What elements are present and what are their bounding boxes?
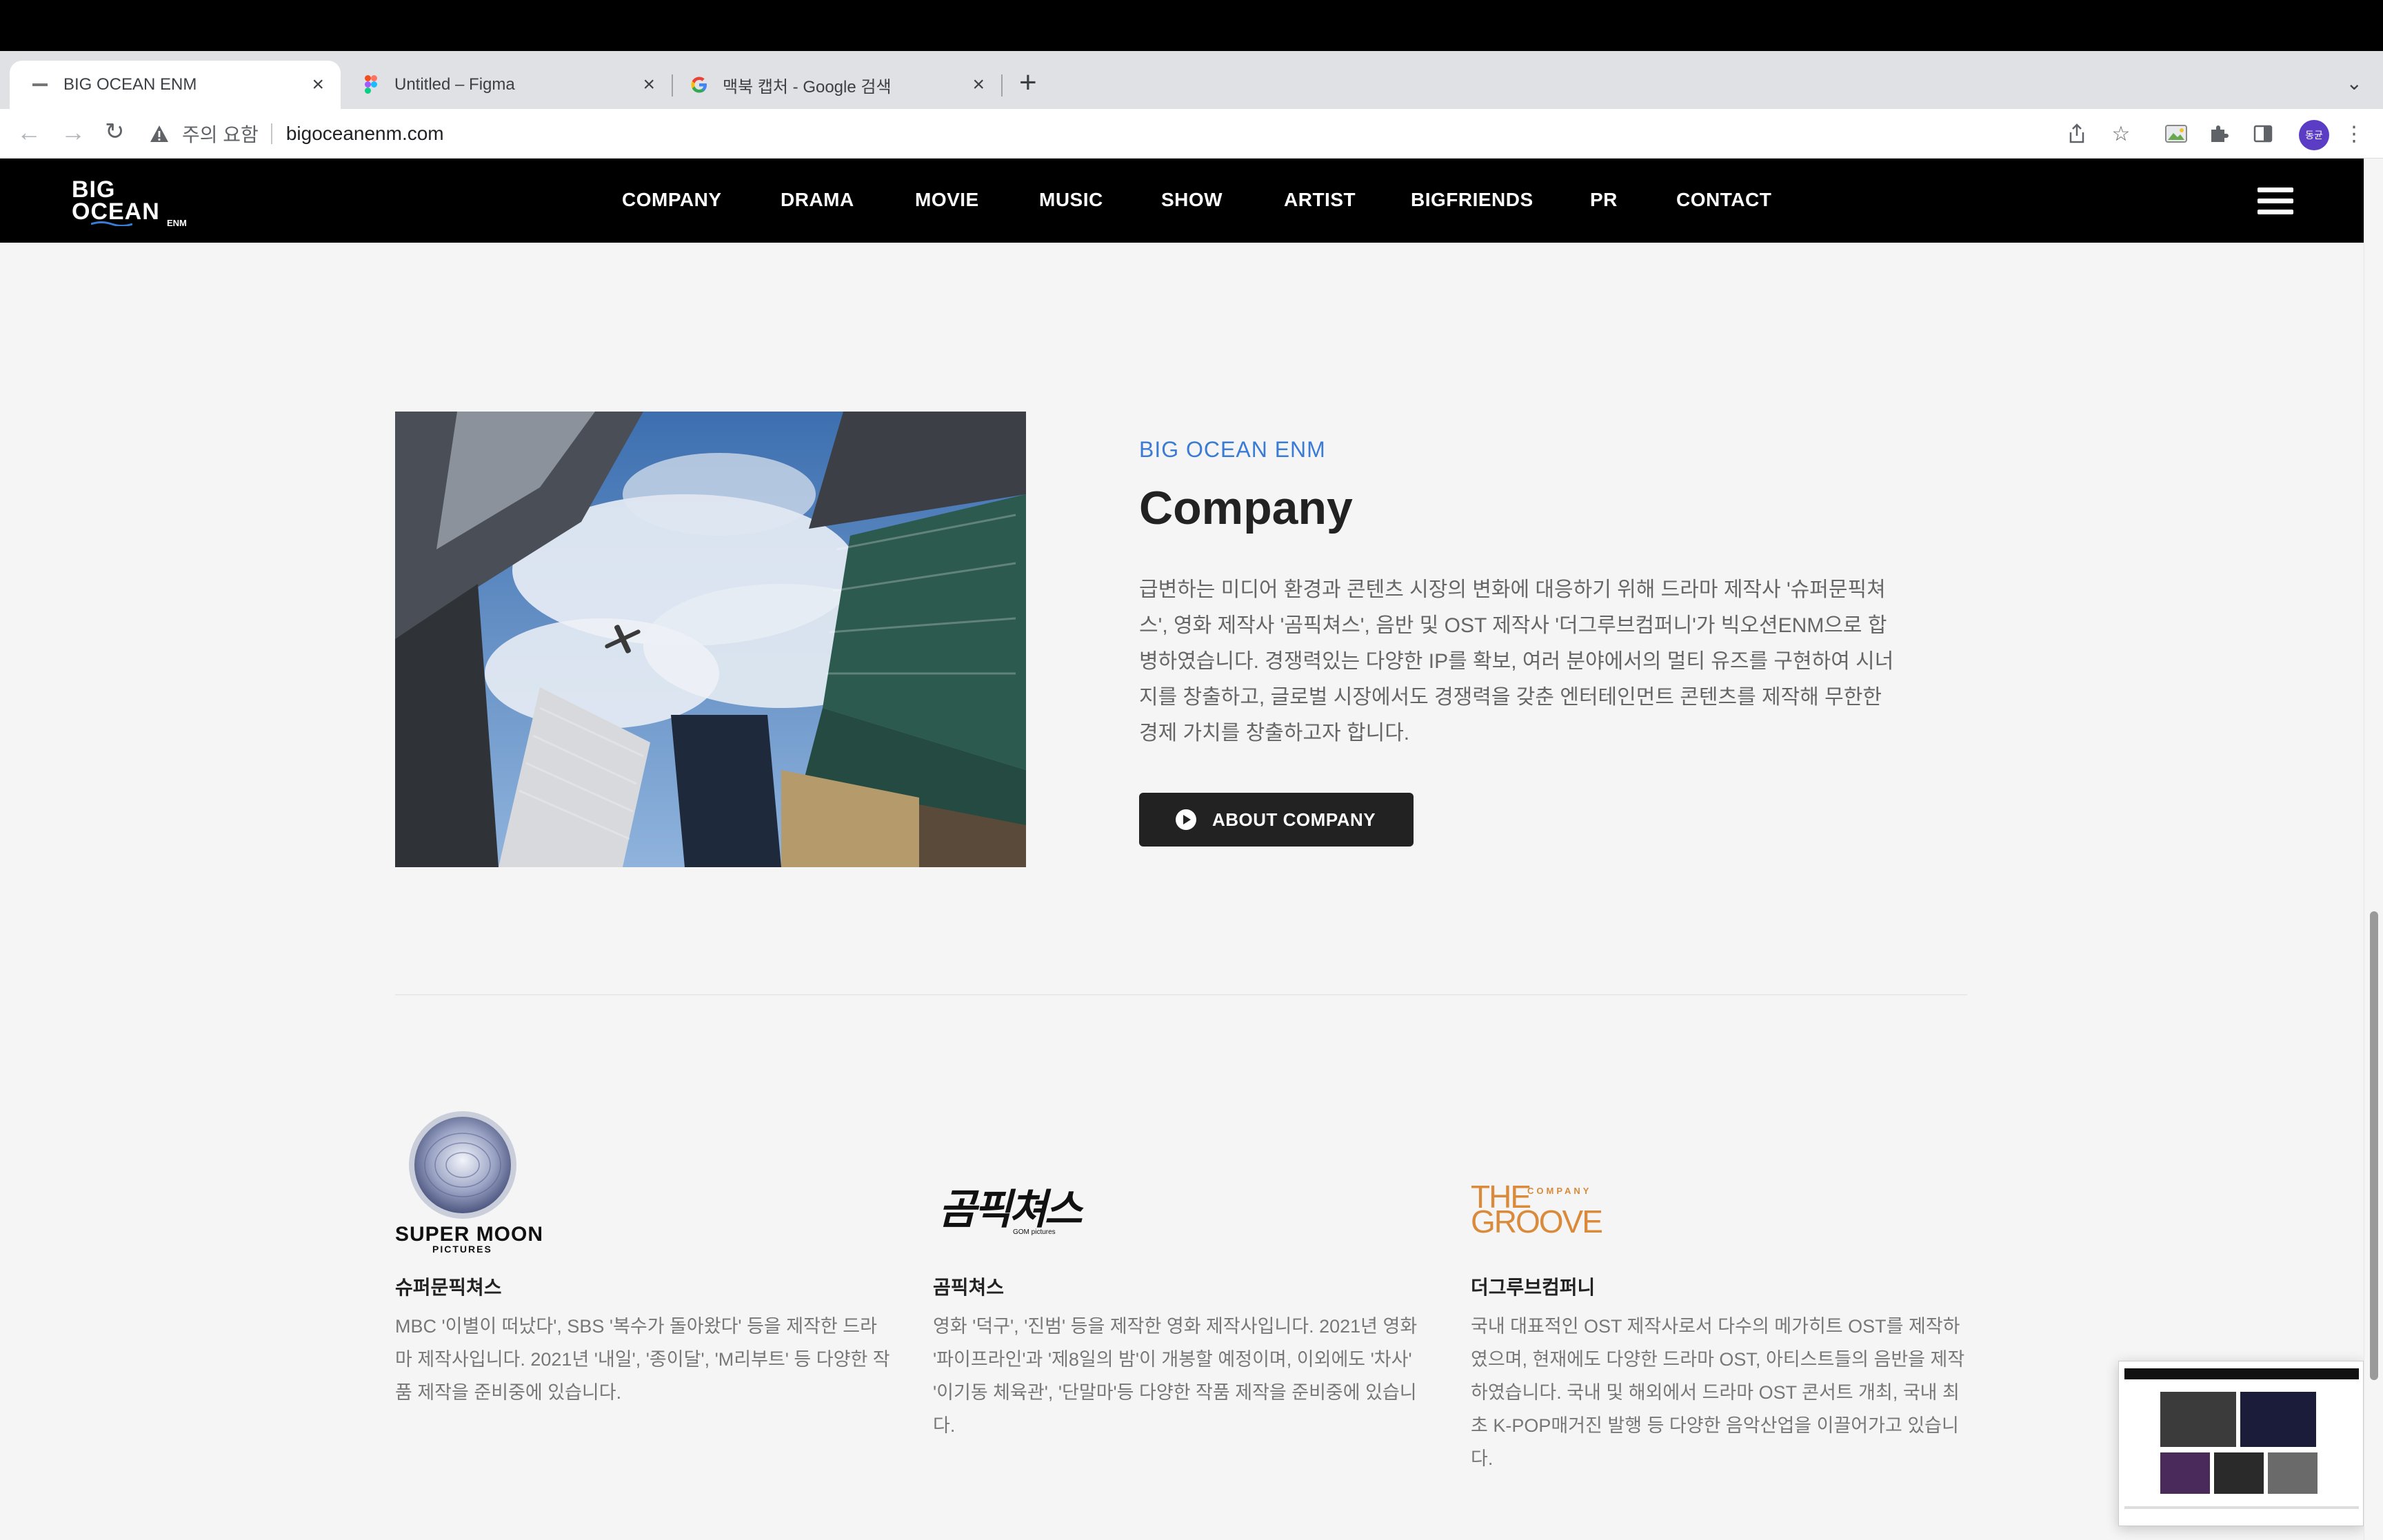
scrollbar-thumb[interactable] [2370, 911, 2378, 1380]
nav-bigfriends[interactable]: BIGFRIENDS [1411, 189, 1534, 211]
browser-menu-kebab-icon[interactable]: ⋮ [2342, 121, 2366, 146]
close-tab-icon[interactable]: × [643, 74, 655, 95]
subsidiary-card-supermoon: SUPER MOON PICTURES 슈퍼문픽쳐스 MBC '이별이 떠났다'… [395, 1110, 892, 1403]
company-description: 급변하는 미디어 환경과 콘텐츠 시장의 변화에 대응하기 위해 드라마 제작사… [1139, 578, 1894, 744]
new-tab-plus-icon[interactable]: + [1019, 68, 1037, 98]
reload-icon[interactable]: ↻ [105, 120, 125, 143]
gom-pictures-logo: 곰픽쳐스 GOM pictures [933, 1110, 1429, 1255]
tab-title: BIG OCEAN ENM [63, 75, 197, 94]
close-tab-icon[interactable]: × [312, 74, 324, 95]
image-extension-icon[interactable] [2164, 121, 2189, 146]
subsidiary-name: 더그루브컴퍼니 [1471, 1277, 1596, 1298]
gom-logo-calligraphy: 곰픽쳐스 [938, 1186, 1083, 1234]
main-navigation: COMPANY DRAMA MOVIE MUSIC SHOW ARTIST BI… [0, 159, 2364, 243]
tab-title: 맥북 캡처 - Google 검색 [723, 77, 892, 97]
tab-title: Untitled – Figma [394, 75, 515, 94]
site-header: BIG OCEAN ENM COMPANY DRAMA MOVIE MUSIC … [0, 159, 2364, 243]
subsidiary-name: 곰픽쳐스 [933, 1277, 1005, 1298]
subsidiary-description: 국내 대표적인 OST 제작사로서 다수의 메가히트 OST를 제작하였으며, … [1471, 1316, 1965, 1469]
address-bar[interactable]: 주의 요함 bigoceanenm.com [149, 114, 2121, 153]
about-company-button[interactable]: ABOUT COMPANY [1139, 793, 1414, 847]
browser-toolbar: ← → ↻ 주의 요함 bigoceanenm.com ☆ 동균 ⋮ [0, 109, 2383, 159]
tab-big-ocean-enm[interactable]: BIG OCEAN ENM × [10, 61, 341, 109]
supermoon-logo-text: SUPER MOON [395, 1223, 544, 1246]
warning-triangle-icon [150, 125, 168, 142]
nav-music[interactable]: MUSIC [1039, 189, 1103, 211]
profile-avatar[interactable]: 동균 [2299, 120, 2329, 150]
figma-favicon-icon [361, 75, 381, 94]
the-groove-logo: THE GROOVE COMPANY [1471, 1110, 1967, 1255]
macos-top-bar [0, 0, 2383, 51]
nav-contact[interactable]: CONTACT [1676, 189, 1771, 211]
page-viewport: BIG OCEAN ENM COMPANY DRAMA MOVIE MUSIC … [0, 159, 2364, 1540]
tab-separator [672, 74, 673, 97]
forward-arrow-icon[interactable]: → [61, 120, 86, 145]
supermoon-logo: SUPER MOON PICTURES [395, 1110, 892, 1255]
company-title: Company [1139, 482, 1353, 534]
big-ocean-favicon-icon [30, 75, 50, 94]
tab-search-chevron-icon[interactable]: ⌄ [2346, 72, 2362, 94]
nav-movie[interactable]: MOVIE [915, 189, 979, 211]
page-scrollbar[interactable] [2364, 159, 2383, 1540]
omnibox-separator [270, 123, 272, 144]
side-panel-icon[interactable] [2251, 121, 2275, 146]
security-warning-label[interactable]: 주의 요함 [182, 120, 259, 148]
company-skyscraper-photo [395, 412, 1026, 867]
bookmark-star-icon[interactable]: ☆ [2109, 121, 2133, 146]
supermoon-logo-subtext: PICTURES [432, 1244, 492, 1255]
tab-separator [1001, 74, 1003, 97]
close-tab-icon[interactable]: × [972, 74, 985, 95]
play-circle-icon [1176, 809, 1196, 830]
subsidiary-card-groove: THE GROOVE COMPANY 더그루브컴퍼니 국내 대표적인 OST 제… [1471, 1110, 1967, 1469]
tab-figma[interactable]: Untitled – Figma × [348, 61, 672, 109]
section-divider [395, 994, 1967, 995]
hamburger-menu-icon[interactable] [2258, 188, 2293, 215]
nav-pr[interactable]: PR [1590, 189, 1618, 211]
subsidiary-name: 슈퍼문픽쳐스 [395, 1277, 502, 1298]
about-company-label: ABOUT COMPANY [1212, 809, 1376, 830]
extensions-puzzle-icon[interactable] [2206, 121, 2231, 146]
groove-logo-subtext: COMPANY [1527, 1186, 1592, 1196]
gom-logo-subtext: GOM pictures [1013, 1228, 1056, 1236]
browser-tab-strip: BIG OCEAN ENM × Untitled – Figma × 맥북 캡처… [0, 51, 2383, 109]
company-kicker: BIG OCEAN ENM [1139, 437, 1326, 462]
nav-drama[interactable]: DRAMA [781, 189, 854, 211]
nav-company[interactable]: COMPANY [622, 189, 722, 211]
subsidiary-description: 영화 '덕구', '진범' 등을 제작한 영화 제작사입니다. 2021년 영화… [933, 1316, 1418, 1436]
subsidiary-description: MBC '이별이 떠났다', SBS '복수가 돌아왔다' 등을 제작한 드라마… [395, 1316, 890, 1403]
subsidiary-card-gom: 곰픽쳐스 GOM pictures 곰픽쳐스 영화 '덕구', '진범' 등을 … [933, 1110, 1429, 1436]
nav-show[interactable]: SHOW [1161, 189, 1223, 211]
share-icon[interactable] [2064, 121, 2089, 146]
nav-artist[interactable]: ARTIST [1284, 189, 1356, 211]
screenshot-thumbnail-preview[interactable] [2118, 1361, 2364, 1526]
google-favicon-icon [690, 75, 709, 94]
back-arrow-icon[interactable]: ← [17, 120, 41, 145]
url-text[interactable]: bigoceanenm.com [286, 123, 444, 145]
tab-google-search[interactable]: 맥북 캡처 - Google 검색 × [677, 61, 1001, 109]
